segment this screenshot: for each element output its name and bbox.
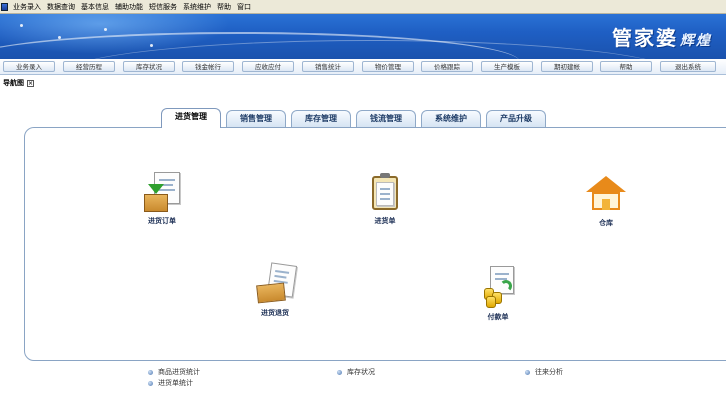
menu-bar: 业务录入 数据查询 基本信息 辅助功能 短信服务 系统维护 帮助 窗口 (0, 0, 726, 14)
menu-item-data-query[interactable]: 数据查询 (44, 0, 78, 14)
link-inventory-status[interactable]: 库存状况 (337, 367, 375, 377)
menu-item-help[interactable]: 帮助 (214, 0, 234, 14)
tile-label: 进货退货 (261, 309, 289, 317)
banner-sparkle (58, 36, 61, 39)
toolbar-button-business-history[interactable]: 经营历程 (63, 61, 115, 72)
link-purchase-receipt-stats[interactable]: 进货单统计 (148, 378, 193, 388)
app-icon (1, 2, 8, 11)
banner: 管家婆 辉煌 (0, 14, 726, 59)
toolbar-button-receivable-payable[interactable]: 应收应付 (242, 61, 294, 72)
brand-name: 管家婆 (612, 26, 678, 50)
tab-sales-management[interactable]: 销售管理 (226, 110, 286, 127)
tile-label: 仓库 (599, 219, 613, 227)
banner-sparkle (150, 44, 153, 47)
nav-title: 导航图 (3, 79, 24, 87)
toolbar-button-opening-setup[interactable]: 期初建帐 (541, 61, 593, 72)
toolbar-button-help[interactable]: 帮助 (600, 61, 652, 72)
tab-inventory-management[interactable]: 库存管理 (291, 110, 351, 127)
toolbar-button-price-management[interactable]: 物价管理 (362, 61, 414, 72)
toolbar-button-price-tracking[interactable]: 价格跟踪 (421, 61, 473, 72)
tile-warehouse[interactable]: 仓库 (574, 172, 638, 228)
link-product-purchase-stats[interactable]: 商品进货统计 (148, 367, 200, 377)
purchase-receipt-icon (363, 170, 407, 214)
toolbar-button-exit[interactable]: 退出系统 (660, 61, 716, 72)
tile-label: 进货订单 (148, 217, 176, 225)
bullet-icon (148, 380, 153, 386)
menu-item-business-entry[interactable]: 业务录入 (10, 0, 44, 14)
close-icon[interactable]: × (27, 79, 34, 87)
tile-purchase-return[interactable]: 进货退货 (243, 262, 307, 318)
toolbar-button-production-template[interactable]: 生产模板 (481, 61, 533, 72)
menu-item-aux-functions[interactable]: 辅助功能 (112, 0, 146, 14)
tab-cash-flow-management[interactable]: 钱流管理 (356, 110, 416, 127)
link-label: 商品进货统计 (158, 368, 200, 376)
bullet-icon (337, 369, 342, 375)
toolbar: 业务录入 经营历程 库存状况 钱金帐行 应收应付 销售统计 物价管理 价格跟踪 … (0, 59, 726, 75)
link-label: 进货单统计 (158, 379, 193, 387)
toolbar-button-inventory-status[interactable]: 库存状况 (123, 61, 175, 72)
bullet-icon (148, 369, 153, 375)
nav-header: 导航图 × (3, 78, 34, 88)
purchase-order-icon (140, 170, 184, 214)
tile-purchase-order[interactable]: 进货订单 (130, 170, 194, 226)
menu-item-system-maintenance[interactable]: 系统维护 (180, 0, 214, 14)
link-transaction-analysis[interactable]: 往来分析 (525, 367, 563, 377)
menu-item-window[interactable]: 窗口 (234, 0, 254, 14)
tab-system-maintenance[interactable]: 系统维护 (421, 110, 481, 127)
toolbar-button-cash-bank[interactable]: 钱金帐行 (182, 61, 234, 72)
brand-subtitle: 辉煌 (680, 33, 712, 49)
banner-sparkle (104, 28, 107, 31)
brand-logo: 管家婆 辉煌 (612, 22, 712, 51)
tile-purchase-receipt[interactable]: 进货单 (353, 170, 417, 226)
tile-label: 付款单 (487, 313, 509, 321)
tile-payment-voucher[interactable]: 付款单 (466, 266, 530, 322)
toolbar-button-sales-stats[interactable]: 销售统计 (302, 61, 354, 72)
bullet-icon (525, 369, 530, 375)
warehouse-icon (584, 172, 628, 216)
tile-label: 进货单 (374, 217, 396, 225)
tab-product-upgrade[interactable]: 产品升级 (486, 110, 546, 127)
toolbar-button-business-entry[interactable]: 业务录入 (3, 61, 55, 72)
menu-item-basic-info[interactable]: 基本信息 (78, 0, 112, 14)
payment-voucher-icon (476, 266, 520, 310)
tab-content-panel (24, 127, 726, 361)
banner-sparkle (20, 24, 23, 27)
link-label: 往来分析 (535, 368, 563, 376)
menu-item-sms-service[interactable]: 短信服务 (146, 0, 180, 14)
link-label: 库存状况 (347, 368, 375, 376)
purchase-return-icon (253, 262, 298, 306)
tab-purchase-management[interactable]: 进货管理 (161, 108, 221, 128)
